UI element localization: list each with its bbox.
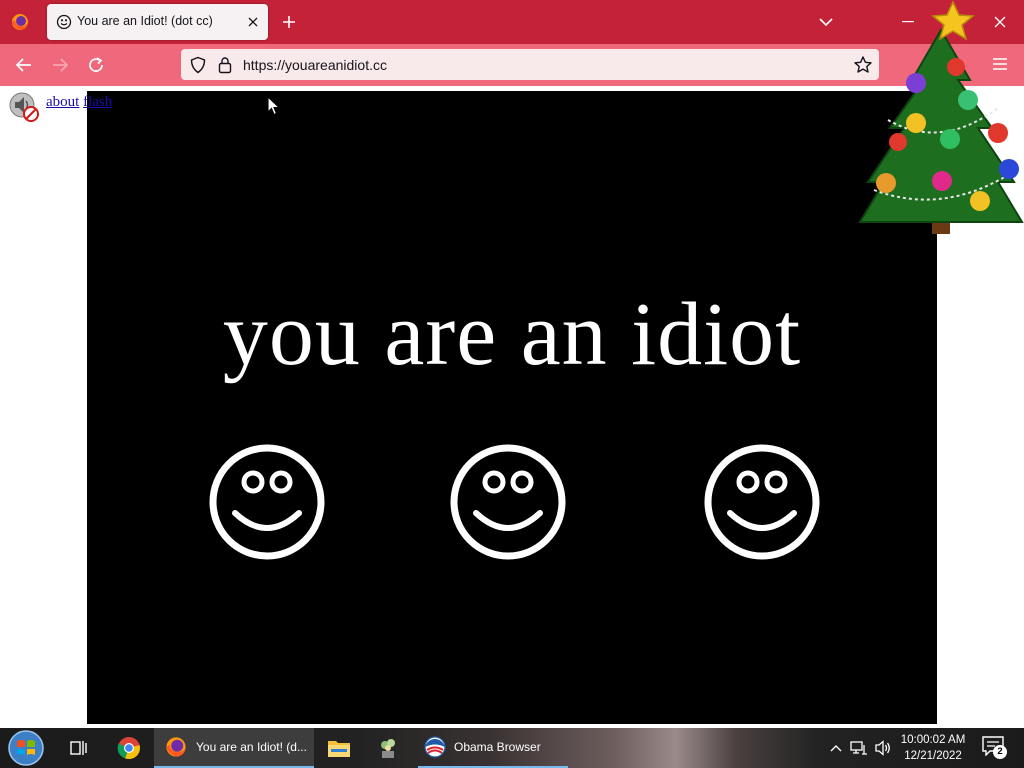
new-tab-button[interactable] [279, 12, 299, 32]
clock-date: 12/21/2022 [904, 750, 962, 762]
lock-icon[interactable] [217, 56, 233, 74]
clock-time: 10:00:02 AM [900, 734, 966, 746]
taskbar: You are an Idiot! (d... Obama Browser 10… [0, 728, 1024, 768]
back-arrow-icon[interactable] [12, 54, 36, 76]
network-icon[interactable] [849, 738, 869, 758]
smiley-favicon-icon [56, 14, 72, 30]
flash-stage[interactable]: you are an idiot [87, 91, 937, 724]
plant-app-icon[interactable] [376, 736, 400, 760]
page-links: about flash [46, 94, 112, 111]
reload-icon[interactable] [84, 54, 108, 76]
smiley-face-icon [450, 444, 566, 560]
volume-icon[interactable] [873, 738, 893, 758]
taskbar-item-label: You are an Idiot! (d... [196, 740, 307, 754]
start-button-icon[interactable] [6, 729, 46, 767]
tab-title: You are an Idiot! (dot cc) [77, 14, 213, 28]
system-clock[interactable]: 10:00:02 AM 12/21/2022 [896, 732, 970, 764]
list-all-tabs-icon[interactable] [816, 12, 836, 32]
url-text[interactable]: https://youareanidiot.cc [243, 57, 387, 73]
christmas-tree-icon [858, 0, 1024, 234]
firefox-icon [166, 737, 186, 757]
taskbar-item-label: Obama Browser [454, 740, 541, 754]
about-link[interactable]: about [46, 94, 79, 110]
firefox-view-icon[interactable] [8, 10, 32, 34]
close-tab-icon[interactable] [243, 12, 263, 32]
smiley-face-icon [704, 444, 820, 560]
tracking-shield-icon[interactable] [189, 56, 207, 74]
taskbar-item-obama-browser[interactable]: Obama Browser [418, 728, 568, 768]
mouse-cursor-icon [267, 96, 281, 116]
flash-link[interactable]: flash [83, 94, 112, 110]
file-explorer-icon[interactable] [327, 736, 351, 760]
smiley-face-icon [209, 444, 325, 560]
taskbar-item-firefox[interactable]: You are an Idiot! (d... [154, 728, 314, 768]
address-bar[interactable]: https://youareanidiot.cc [181, 49, 879, 80]
forward-arrow-icon[interactable] [48, 54, 72, 76]
notification-center-icon[interactable]: 2 [982, 736, 1008, 760]
task-view-icon[interactable] [66, 736, 90, 760]
active-tab[interactable]: You are an Idiot! (dot cc) [47, 4, 268, 40]
chrome-icon[interactable] [117, 736, 141, 760]
obama-logo-icon [424, 736, 446, 758]
show-hidden-icons-icon[interactable] [826, 738, 846, 758]
idiot-headline: you are an idiot [222, 285, 802, 384]
muted-speaker-icon[interactable] [8, 91, 40, 123]
notification-count-badge: 2 [993, 745, 1007, 759]
